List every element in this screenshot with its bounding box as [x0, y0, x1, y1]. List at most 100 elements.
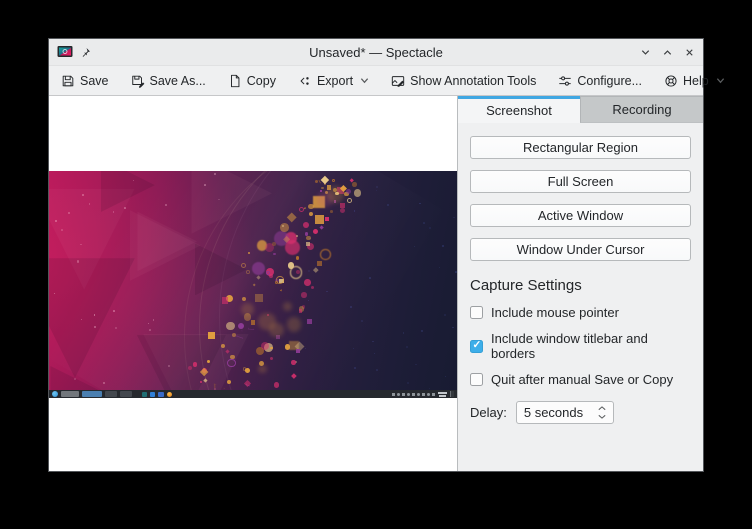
wallpaper-shape — [269, 323, 283, 337]
copy-button[interactable]: Copy — [225, 72, 279, 90]
maximize-button[interactable] — [661, 46, 673, 58]
preview-taskbar — [49, 390, 457, 398]
wallpaper-shape — [285, 240, 300, 255]
show-desktop-button — [450, 391, 454, 397]
rectangular-region-button[interactable]: Rectangular Region — [470, 136, 691, 159]
wallpaper-shape — [415, 364, 416, 365]
toolbar-label: Save As... — [150, 74, 206, 88]
wallpaper-shape — [445, 376, 446, 377]
tab-screenshot[interactable]: Screenshot — [458, 96, 580, 123]
wallpaper — [49, 171, 457, 390]
window-under-cursor-button[interactable]: Window Under Cursor — [470, 238, 691, 261]
wallpaper-shape — [299, 309, 303, 313]
checkbox-include-mouse-pointer[interactable]: Include mouse pointer — [470, 305, 691, 320]
checkbox-label: Quit after manual Save or Copy — [491, 372, 673, 387]
wallpaper-shape — [149, 329, 151, 331]
wallpaper-shape — [275, 281, 278, 284]
wallpaper-shape — [291, 360, 295, 364]
wallpaper-shape — [452, 327, 454, 329]
wallpaper-shape — [352, 182, 356, 186]
wallpaper-shape — [332, 179, 335, 182]
configure-button[interactable]: Configure... — [555, 72, 645, 90]
task-button — [82, 391, 102, 397]
preview-pane — [49, 96, 457, 471]
checkbox-box[interactable] — [470, 373, 483, 386]
wallpaper-shape — [221, 344, 225, 348]
tray-icon — [417, 393, 420, 396]
wallpaper-shape — [315, 215, 324, 224]
spectacle-window: Unsaved* — Spectacle Save Sav — [48, 38, 704, 472]
help-icon — [664, 74, 678, 88]
tab-recording[interactable]: Recording — [580, 96, 703, 123]
active-window-button[interactable]: Active Window — [470, 204, 691, 227]
show-annotation-tools-button[interactable]: Show Annotation Tools — [388, 72, 539, 90]
wallpaper-shape — [304, 279, 311, 286]
wallpaper-shape — [308, 300, 309, 301]
task-button — [61, 391, 79, 397]
wallpaper-shape — [81, 319, 82, 320]
save-as-button[interactable]: Save As... — [128, 72, 209, 90]
capture-settings-heading: Capture Settings — [470, 277, 691, 294]
wallpaper-shape — [227, 359, 236, 368]
wallpaper-shape — [369, 277, 371, 279]
wallpaper-shape — [296, 349, 301, 354]
wallpaper-shape — [77, 260, 79, 262]
wallpaper-shape — [165, 204, 167, 206]
pin-icon — [80, 47, 91, 58]
checkbox-box[interactable] — [470, 340, 483, 353]
minimize-button[interactable] — [639, 46, 651, 58]
tray-icon — [427, 393, 430, 396]
wallpaper-shape — [94, 326, 96, 328]
wallpaper-shape — [133, 180, 134, 181]
system-tray-icons — [392, 393, 435, 396]
wallpaper-shape — [246, 270, 250, 274]
wallpaper-shape — [238, 323, 244, 329]
toolbar-label: Show Annotation Tools — [410, 74, 536, 88]
export-button[interactable]: Export — [295, 72, 372, 90]
spin-down-button[interactable] — [598, 414, 606, 420]
wallpaper-shape — [222, 297, 228, 303]
tray-icon — [402, 393, 405, 396]
chevron-down-icon — [598, 414, 606, 419]
annotation-icon — [391, 74, 405, 88]
firefox-icon — [167, 392, 172, 397]
wallpaper-shape — [61, 229, 63, 231]
wallpaper-shape — [274, 382, 280, 388]
checkbox-box[interactable] — [470, 306, 483, 319]
help-button[interactable]: Help — [661, 72, 728, 90]
chevron-down-icon — [360, 76, 369, 85]
delay-value: 5 seconds — [524, 405, 598, 420]
wallpaper-shape — [306, 236, 311, 241]
wallpaper-shape — [208, 332, 215, 339]
tray-icon — [412, 393, 415, 396]
titlebar[interactable]: Unsaved* — Spectacle — [49, 39, 703, 66]
close-button[interactable] — [683, 46, 695, 58]
wallpaper-shape — [74, 378, 75, 379]
wallpaper-shape — [266, 271, 270, 275]
wallpaper-shape — [439, 267, 440, 268]
wallpaper-shape — [68, 212, 70, 214]
tab-label: Screenshot — [486, 103, 552, 118]
toolbar-label: Save — [80, 74, 109, 88]
wallpaper-shape — [347, 198, 352, 203]
wallpaper-shape — [317, 261, 321, 265]
save-button[interactable]: Save — [58, 72, 112, 90]
delay-spinbox[interactable]: 5 seconds — [516, 401, 614, 424]
checkbox-quit-after-save[interactable]: Quit after manual Save or Copy — [470, 372, 691, 387]
full-screen-button[interactable]: Full Screen — [470, 170, 691, 193]
wallpaper-shape — [204, 184, 206, 186]
wallpaper-shape — [387, 204, 388, 205]
chevron-down-icon — [716, 76, 725, 85]
wallpaper-shape — [308, 270, 309, 271]
app-icon — [150, 392, 155, 397]
wallpaper-shape — [287, 317, 301, 331]
wallpaper-shape — [255, 294, 263, 302]
tray-icon — [422, 393, 425, 396]
folder-icon — [158, 392, 164, 397]
spin-up-button[interactable] — [598, 406, 606, 412]
terminal-icon — [142, 392, 147, 397]
wallpaper-shape — [325, 217, 329, 221]
wallpaper-shape — [258, 365, 266, 373]
checkbox-include-titlebar[interactable]: Include window titlebar and borders — [470, 331, 691, 361]
wallpaper-shape — [82, 194, 84, 196]
